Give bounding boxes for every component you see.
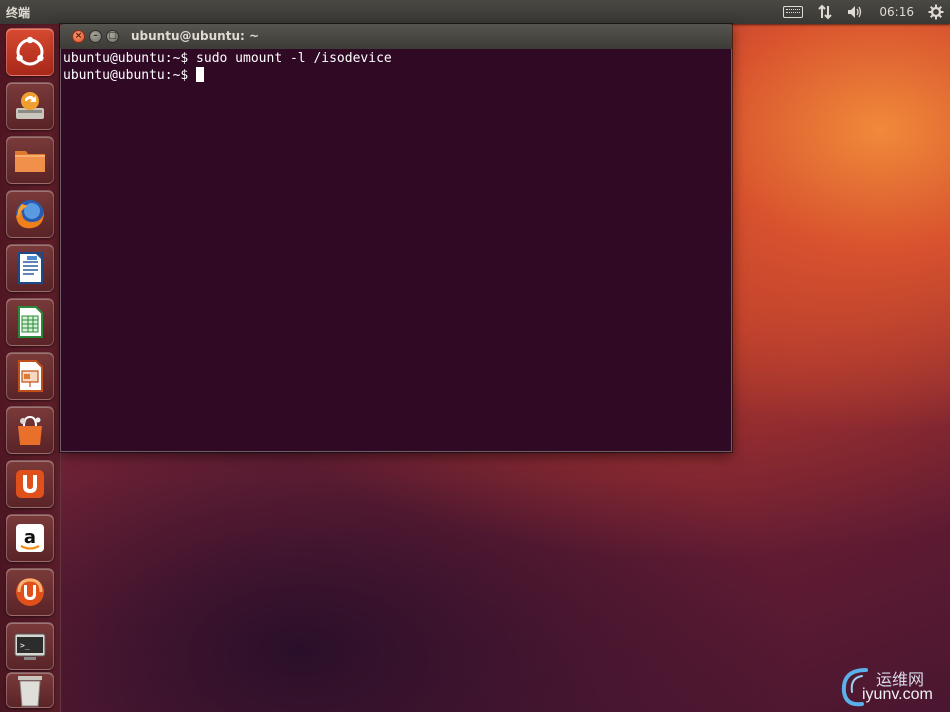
dash-home-icon[interactable] (6, 28, 54, 76)
terminal-titlebar[interactable]: × – □ ubuntu@ubuntu: ~ (60, 24, 732, 49)
terminal-cursor (196, 67, 205, 82)
terminal-prompt-line[interactable]: ubuntu@ubuntu:~$ (63, 67, 729, 84)
top-panel: 终端 06:16 (0, 0, 950, 24)
trash-icon[interactable] (6, 672, 54, 708)
terminal-window: × – □ ubuntu@ubuntu: ~ ubuntu@ubuntu:~$ … (60, 24, 732, 452)
close-button[interactable]: × (72, 30, 85, 43)
impress-icon[interactable] (6, 352, 54, 400)
amazon-icon[interactable]: a (6, 514, 54, 562)
svg-text:a: a (24, 527, 36, 548)
calc-icon[interactable] (6, 298, 54, 346)
minimize-button[interactable]: – (89, 30, 102, 43)
maximize-button[interactable]: □ (106, 30, 119, 43)
clock[interactable]: 06:16 (879, 5, 914, 19)
gear-icon[interactable] (928, 4, 944, 20)
watermark-en: iyunv.com (862, 686, 933, 703)
software-updater-icon[interactable] (6, 82, 54, 130)
software-center-icon[interactable] (6, 406, 54, 454)
svg-text:>_: >_ (20, 641, 30, 650)
window-title: ubuntu@ubuntu: ~ (131, 29, 260, 43)
terminal-prompt: ubuntu@ubuntu:~$ (63, 68, 197, 83)
firefox-icon[interactable] (6, 190, 54, 238)
watermark: 运维网 iyunv.com (836, 664, 944, 708)
terminal-output[interactable]: ubuntu@ubuntu:~$ sudo umount -l /isodevi… (60, 49, 732, 452)
terminal-icon[interactable]: >_ (6, 622, 54, 670)
ubuntu-one-icon[interactable] (6, 460, 54, 508)
terminal-line: ubuntu@ubuntu:~$ sudo umount -l /isodevi… (63, 51, 392, 66)
system-tray: 06:16 (783, 0, 944, 24)
active-app-title: 终端 (6, 6, 31, 20)
writer-icon[interactable] (6, 244, 54, 292)
launcher: a >_ (0, 24, 61, 712)
ubuntu-one-music-icon[interactable] (6, 568, 54, 616)
keyboard-icon[interactable] (783, 6, 804, 18)
network-arrows-icon[interactable] (817, 4, 833, 20)
volume-icon[interactable] (847, 5, 865, 19)
files-icon[interactable] (6, 136, 54, 184)
